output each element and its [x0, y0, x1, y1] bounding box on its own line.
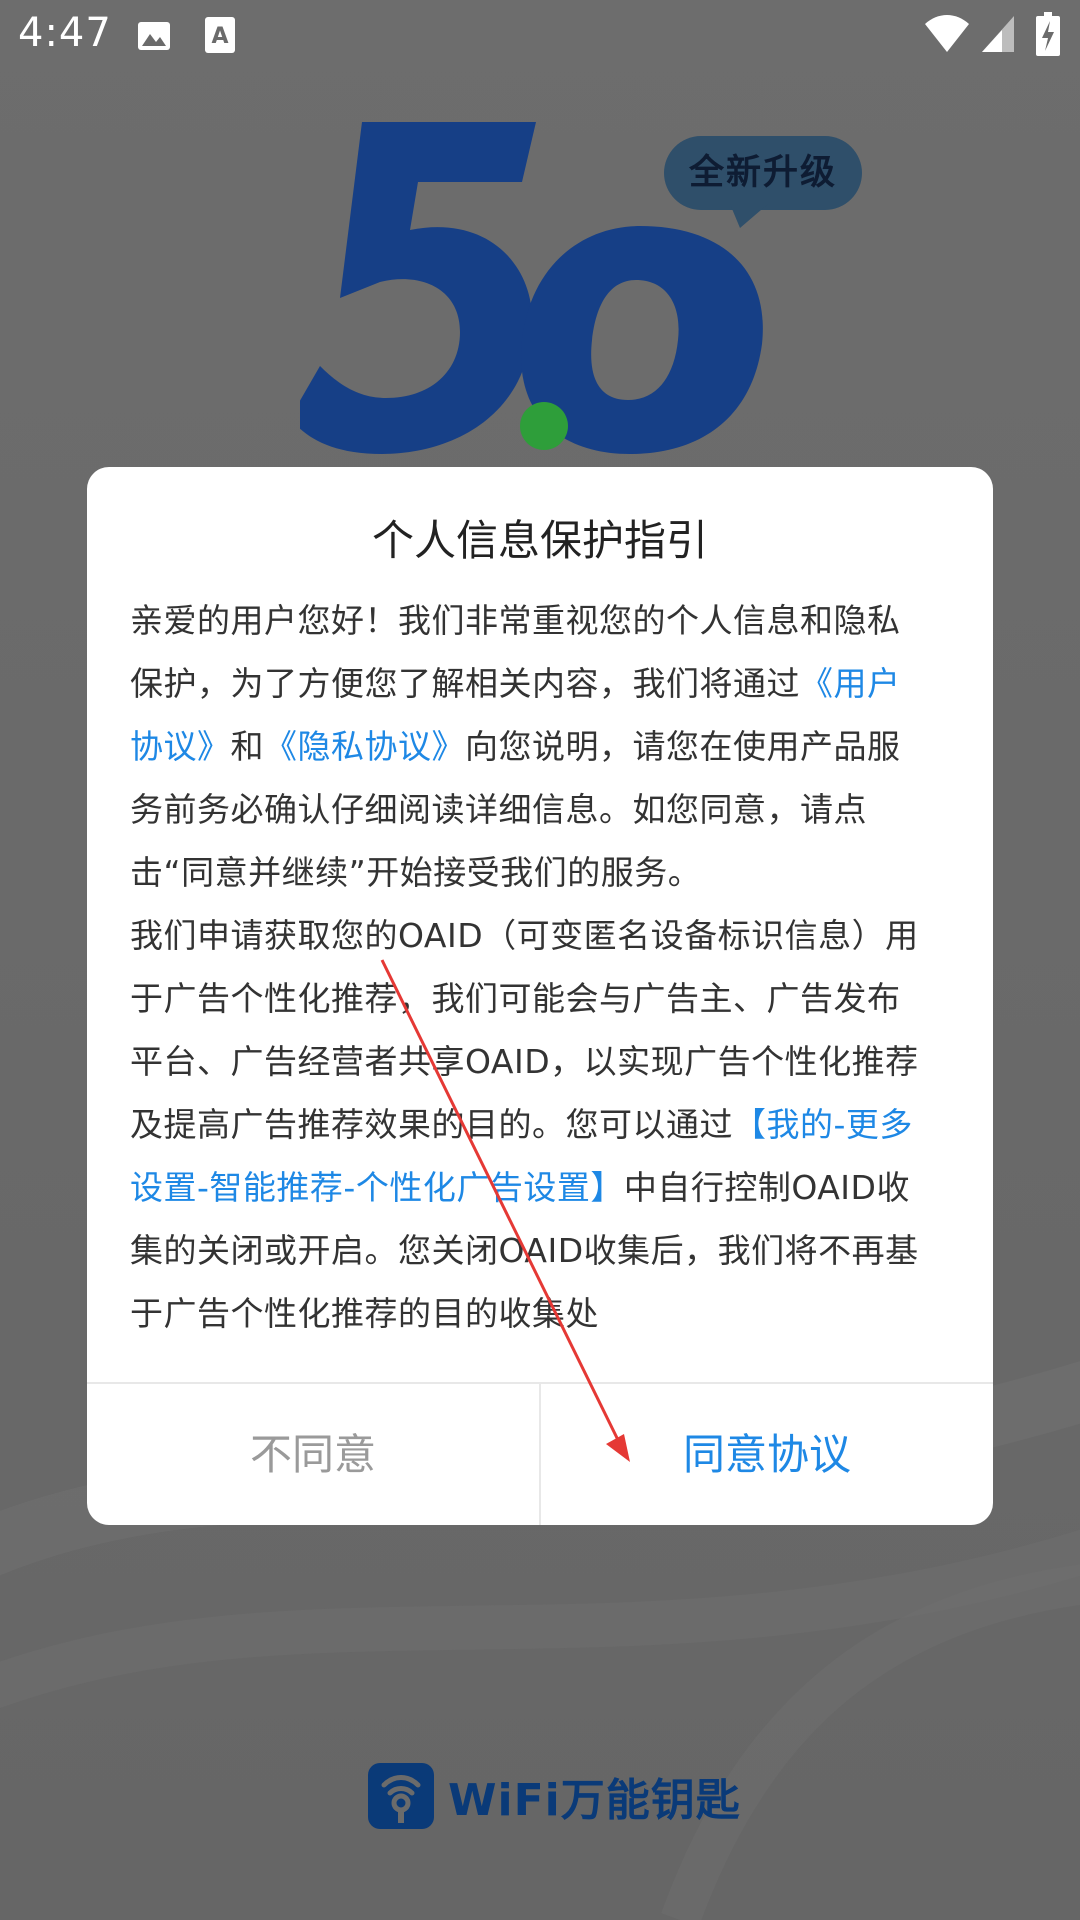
screen: 4:47 A 全新升级 WiFi万能钥匙 个人信息保护指引 亲爱的用户您好！我们… [0, 0, 1080, 1920]
battery-charging-icon [1036, 12, 1060, 56]
dialog-body[interactable]: 亲爱的用户您好！我们非常重视您的个人信息和隐私保护，为了方便您了解相关内容，我们… [130, 589, 930, 1349]
status-bar: 4:47 A [0, 0, 1080, 72]
paragraph-oaid: 我们申请获取您的OAID（可变匿名设备标识信息）用于广告个性化推荐，我们可能会与… [130, 904, 930, 1345]
privacy-agreement-link[interactable]: 《隐私协议》 [264, 727, 465, 766]
disagree-button[interactable]: 不同意 [87, 1384, 539, 1525]
paragraph-intro: 亲爱的用户您好！我们非常重视您的个人信息和隐私保护，为了方便您了解相关内容，我们… [130, 589, 930, 904]
image-icon [138, 22, 170, 50]
upgrade-badge: 全新升级 [664, 136, 862, 210]
agree-button[interactable]: 同意协议 [541, 1384, 993, 1525]
privacy-dialog: 个人信息保护指引 亲爱的用户您好！我们非常重视您的个人信息和隐私保护，为了方便您… [87, 467, 993, 1525]
dialog-title: 个人信息保护指引 [371, 516, 708, 565]
and-text: 和 [230, 727, 264, 766]
wifi-icon [925, 15, 969, 52]
text-a-icon: A [205, 17, 235, 53]
status-time: 4:47 [18, 10, 112, 56]
intro-text: 亲爱的用户您好！我们非常重视您的个人信息和隐私保护，为了方便您了解相关内容，我们… [130, 601, 901, 703]
svg-text:A: A [211, 24, 228, 49]
brand-name: WiFi万能钥匙 [448, 1775, 741, 1826]
upgrade-badge-tail [730, 204, 768, 228]
signal-icon [982, 16, 1014, 52]
brand-logo: WiFi万能钥匙 [368, 1762, 741, 1830]
wifi-key-icon [368, 1763, 434, 1829]
